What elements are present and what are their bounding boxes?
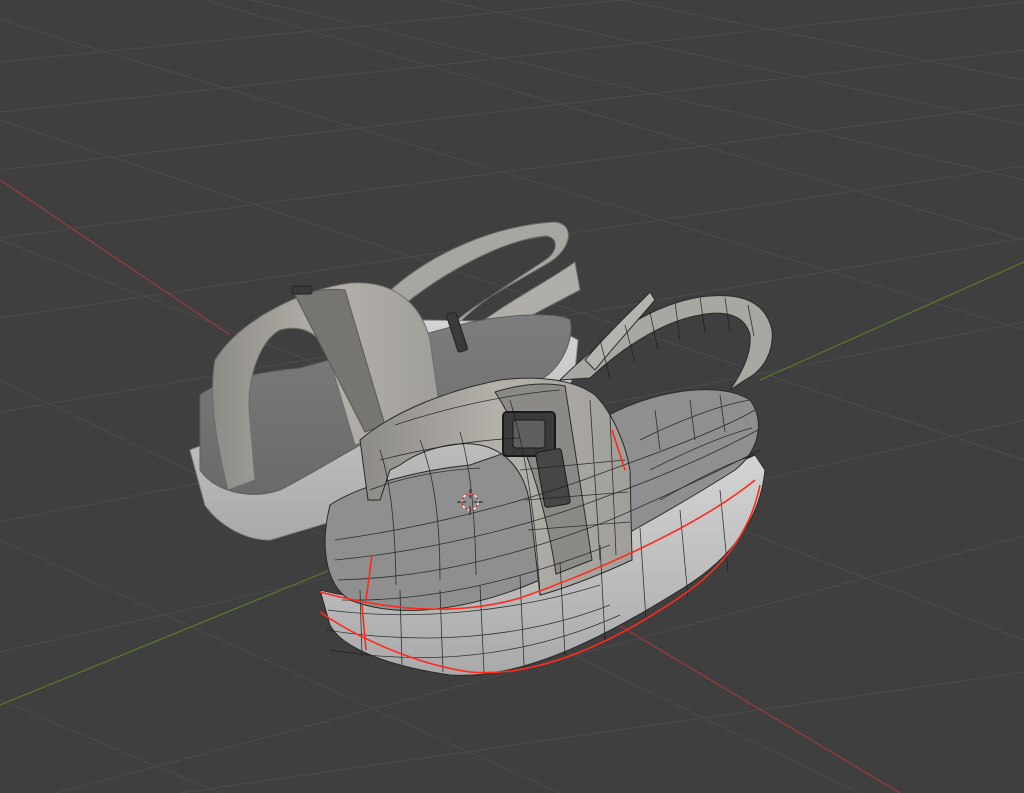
viewport-canvas[interactable] [0,0,1024,793]
3d-viewport[interactable] [0,0,1024,793]
